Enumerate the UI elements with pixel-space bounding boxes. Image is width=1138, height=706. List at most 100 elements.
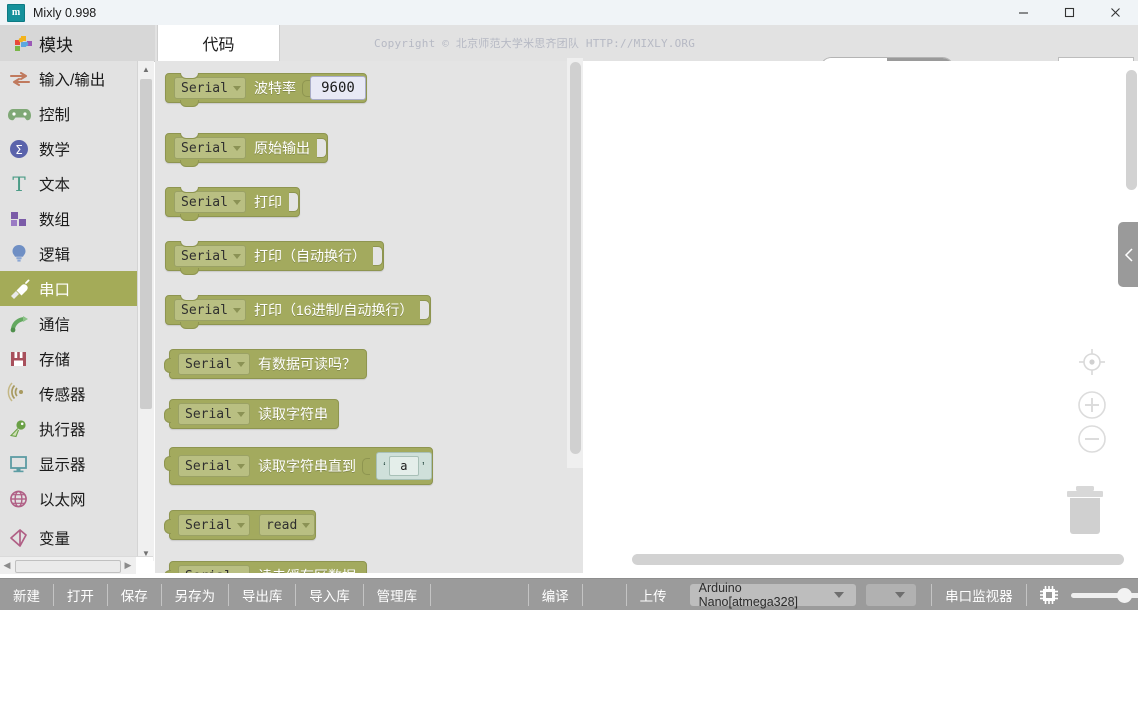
- value-input-socket[interactable]: [316, 138, 327, 158]
- blockly-workspace[interactable]: [583, 61, 1138, 573]
- tab-modules[interactable]: 模块: [0, 25, 155, 61]
- char-literal-block[interactable]: ‘ a ’: [375, 452, 432, 480]
- serial-port-dropdown[interactable]: Serial: [174, 191, 246, 213]
- new-button[interactable]: 新建: [0, 579, 53, 611]
- sidebar-item-text[interactable]: T 文本: [0, 166, 137, 201]
- dropdown-value: Serial: [181, 248, 228, 264]
- compile-button[interactable]: 编译: [529, 579, 582, 611]
- zoom-slider[interactable]: [1070, 584, 1138, 606]
- sidebar-item-label: 数组: [39, 211, 71, 229]
- flyout-scrollbar[interactable]: [567, 58, 583, 468]
- chevron-right-icon[interactable]: ▶: [121, 557, 135, 574]
- block-serial-read-string-until[interactable]: Serial 读取字符串直到 ‘ a ’: [164, 447, 433, 485]
- dropdown-value: Serial: [185, 570, 232, 574]
- maximize-icon[interactable]: [1046, 0, 1092, 25]
- satellite-icon: [7, 312, 33, 336]
- zoom-in-icon[interactable]: [1076, 389, 1108, 421]
- sidebar-item-communication[interactable]: 通信: [0, 306, 137, 341]
- open-button[interactable]: 打开: [54, 579, 107, 611]
- chevron-down-icon: [232, 253, 241, 259]
- sidebar-hscroll-thumb[interactable]: [15, 560, 121, 573]
- io-arrows-icon: [7, 67, 33, 91]
- serial-port-dropdown[interactable]: Serial: [178, 514, 250, 536]
- manage-library-button[interactable]: 管理库: [364, 579, 431, 611]
- category-sidebar: 输入/输出 控制 Σ 数学 T 文本 数组 逻辑 串口 通信 存储 传感器 执行…: [0, 61, 137, 561]
- import-library-button[interactable]: 导入库: [296, 579, 363, 611]
- sidebar-item-variable[interactable]: 变量: [0, 520, 137, 555]
- flyout-scroll-thumb[interactable]: [570, 62, 581, 454]
- sidebar-item-label: 存储: [39, 351, 71, 369]
- serial-port-dropdown[interactable]: Serial: [178, 353, 250, 375]
- open-quote-icon: ‘: [382, 458, 386, 474]
- serial-port-dropdown[interactable]: Serial: [178, 565, 250, 573]
- letter-t-icon: T: [7, 172, 33, 196]
- sidebar-item-label: 执行器: [39, 421, 86, 439]
- sidebar-item-io[interactable]: 输入/输出: [0, 61, 137, 96]
- block-serial-print-hex[interactable]: Serial 打印（16进制/自动换行）: [165, 295, 432, 329]
- block-serial-read[interactable]: Serial read: [163, 510, 317, 540]
- sidebar-item-array[interactable]: 数组: [0, 201, 137, 236]
- monitor-icon: [7, 452, 33, 476]
- sidebar-item-logic[interactable]: 逻辑: [0, 236, 137, 271]
- block-serial-raw-write[interactable]: Serial 原始输出: [165, 133, 328, 167]
- block-flyout-panel[interactable]: Serial 波特率 9600 Serial 原始输出 Serial 打印 Se…: [155, 61, 583, 573]
- block-serial-available[interactable]: Serial 有数据可读吗？: [164, 349, 367, 379]
- recenter-target-icon[interactable]: [1076, 346, 1108, 378]
- value-input-socket[interactable]: [288, 192, 299, 212]
- board-selector[interactable]: Arduino Nano[atmega328]: [689, 581, 856, 609]
- baudrate-input[interactable]: 9600: [309, 76, 366, 100]
- save-button[interactable]: 保存: [108, 579, 161, 611]
- block-serial-read-buffer[interactable]: Serial 读去缓存区数据: [164, 561, 367, 573]
- sidebar-item-sensor[interactable]: 传感器: [0, 376, 137, 411]
- serial-port-dropdown[interactable]: Serial: [174, 77, 246, 99]
- sidebar-item-math[interactable]: Σ 数学: [0, 131, 137, 166]
- block-serial-read-string[interactable]: Serial 读取字符串: [164, 399, 339, 429]
- tab-code[interactable]: 代码: [157, 25, 280, 61]
- serial-monitor-button[interactable]: 串口监视器: [932, 579, 1026, 611]
- sidebar-item-storage[interactable]: 存储: [0, 341, 137, 376]
- block-serial-print[interactable]: Serial 打印: [165, 187, 300, 221]
- zoom-out-icon[interactable]: [1076, 423, 1108, 455]
- panel-collapse-handle[interactable]: [1118, 222, 1138, 287]
- chevron-left-icon[interactable]: ◀: [0, 557, 14, 574]
- serial-port-dropdown[interactable]: Serial: [178, 455, 250, 477]
- actuator-icon: [7, 417, 33, 441]
- value-input-socket[interactable]: [372, 246, 383, 266]
- chevron-down-icon: [232, 307, 241, 313]
- char-value-plug: ‘ a ’: [361, 452, 432, 480]
- workspace-vertical-scrollbar[interactable]: [1126, 70, 1137, 190]
- chip-icon[interactable]: [1037, 583, 1061, 607]
- save-as-button[interactable]: 另存为: [162, 579, 229, 611]
- dropdown-value: Serial: [185, 406, 232, 422]
- baudrate-value-plug: 9600: [301, 76, 366, 100]
- serial-port-dropdown[interactable]: Serial: [174, 299, 246, 321]
- serial-port-dropdown[interactable]: Serial: [178, 403, 250, 425]
- port-selector[interactable]: [865, 584, 916, 606]
- sidebar-horizontal-scrollbar[interactable]: ◀ ▶: [0, 556, 153, 574]
- sidebar-item-label: 输入/输出: [39, 71, 106, 89]
- workspace-horizontal-scrollbar[interactable]: [632, 554, 1124, 565]
- block-serial-baudrate[interactable]: Serial 波特率 9600: [165, 73, 367, 107]
- sidebar-item-control[interactable]: 控制: [0, 96, 137, 131]
- sidebar-item-actuator[interactable]: 执行器: [0, 411, 137, 446]
- trash-icon[interactable]: [1062, 484, 1108, 536]
- value-input-socket[interactable]: [420, 300, 431, 320]
- sidebar-vertical-scrollbar[interactable]: ▲ ▼: [137, 61, 154, 561]
- sigma-circle-icon: Σ: [7, 137, 33, 161]
- serial-port-dropdown[interactable]: Serial: [174, 137, 246, 159]
- slider-knob[interactable]: [1116, 588, 1132, 603]
- chevron-up-icon[interactable]: ▲: [138, 61, 154, 77]
- sidebar-item-serial[interactable]: 串口: [0, 271, 137, 306]
- export-library-button[interactable]: 导出库: [229, 579, 296, 611]
- close-icon[interactable]: [1092, 0, 1138, 25]
- sidebar-item-display[interactable]: 显示器: [0, 446, 137, 481]
- upload-button[interactable]: 上传: [627, 579, 680, 611]
- sidebar-scroll-thumb[interactable]: [140, 79, 152, 409]
- sidebar-item-ethernet[interactable]: 以太网: [0, 481, 137, 516]
- serial-read-mode-dropdown[interactable]: read: [258, 514, 316, 536]
- minimize-icon[interactable]: [1000, 0, 1046, 25]
- char-input[interactable]: a: [388, 456, 419, 476]
- scrollbar-corner: [136, 557, 153, 574]
- serial-port-dropdown[interactable]: Serial: [174, 245, 246, 267]
- block-serial-println[interactable]: Serial 打印（自动换行）: [165, 241, 384, 275]
